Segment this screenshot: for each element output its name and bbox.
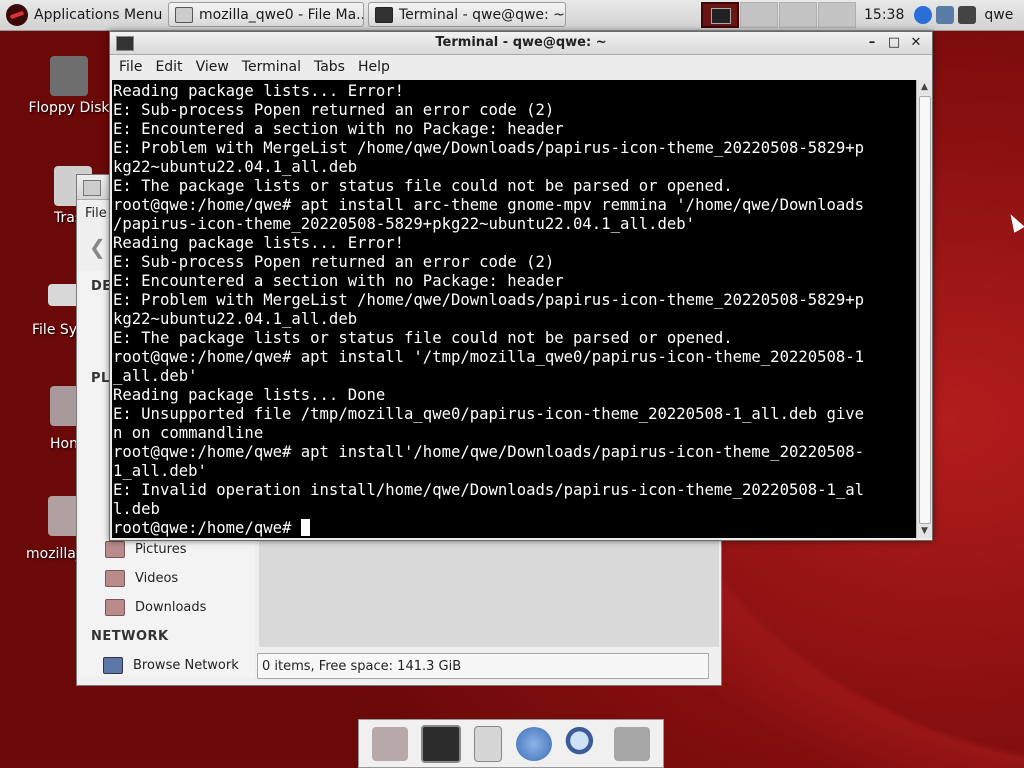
workspace-2[interactable]	[740, 2, 778, 28]
terminal-line: Reading package lists... Error!	[113, 234, 405, 252]
videos-folder-icon	[105, 570, 125, 587]
network-icon	[103, 657, 123, 674]
web-browser-icon[interactable]	[515, 726, 552, 761]
menu-tabs[interactable]: Tabs	[305, 54, 349, 75]
terminal-line: E: The package lists or status file coul…	[113, 329, 733, 347]
applications-menu-button[interactable]: Applications Menu	[2, 2, 166, 28]
terminal-window-icon	[375, 6, 393, 23]
folder-icon[interactable]	[614, 726, 651, 761]
terminal-line: E: Invalid operation install/home/qwe/Do…	[113, 481, 865, 499]
workspace-3[interactable]	[779, 2, 817, 28]
sidebar-item-label: Pictures	[135, 542, 187, 557]
sidebar-header-places: PL	[91, 371, 110, 386]
taskbar-item-label: Terminal - qwe@qwe: ~	[399, 6, 565, 23]
file-manager-window-icon	[83, 180, 101, 196]
terminal-line: root@qwe:/home/qwe# apt install '/tmp/mo…	[113, 348, 865, 366]
terminal-titlebar[interactable]: Terminal - qwe@qwe: ~ – □ ✕	[110, 32, 932, 55]
sidebar-item-label: Browse Network	[133, 658, 239, 673]
terminal-line: kg22~ubuntu22.04.1_all.deb	[113, 158, 358, 176]
file-manager-menu-file[interactable]: File	[85, 206, 107, 221]
terminal-line: Reading package lists... Done	[113, 386, 386, 404]
network-status-icon[interactable]	[958, 6, 977, 24]
terminal-line: E: Problem with MergeList /home/qwe/Down…	[113, 139, 865, 157]
sidebar-item-label: Downloads	[135, 600, 207, 615]
top-panel: Applications Menu mozilla_qwe0 - File Ma…	[0, 0, 1024, 31]
menu-view[interactable]: View	[187, 54, 233, 75]
maximize-icon[interactable]: □	[884, 33, 904, 53]
user-menu[interactable]: qwe	[984, 7, 1013, 23]
terminal-line: E: Unsupported file /tmp/mozilla_qwe0/pa…	[113, 405, 865, 423]
desktop-icon-label: Floppy Disk	[28, 100, 110, 116]
scroll-down-arrow-icon[interactable]: ▼	[917, 524, 932, 538]
sidebar-item-downloads[interactable]: Downloads	[105, 599, 206, 616]
terminal-icon[interactable]	[420, 724, 461, 763]
terminal-scrollbar[interactable]: ▲ ▼	[916, 80, 932, 538]
file-manager-window-icon	[175, 6, 193, 23]
sidebar-item-browse-network[interactable]: Browse Network	[103, 657, 239, 674]
minimize-icon[interactable]: –	[862, 33, 882, 53]
taskbar-item-terminal[interactable]: Terminal - qwe@qwe: ~	[368, 2, 566, 27]
taskbar-item-file-manager[interactable]: mozilla_qwe0 - File Ma...	[168, 2, 364, 27]
terminal-prompt: root@qwe:/home/qwe#	[113, 519, 301, 537]
terminal-line: E: Encountered a section with no Package…	[113, 120, 564, 138]
window-title: Terminal - qwe@qwe: ~	[435, 35, 607, 50]
sidebar-item-pictures[interactable]: Pictures	[105, 541, 186, 558]
terminal-line: root@qwe:/home/qwe# apt install'/home/qw…	[113, 443, 865, 461]
terminal-line: root@qwe:/home/qwe# apt install arc-them…	[113, 196, 865, 214]
terminal-line: E: The package lists or status file coul…	[113, 177, 733, 195]
taskbar-item-label: mozilla_qwe0 - File Ma...	[199, 6, 364, 23]
terminal-window-icon	[116, 36, 134, 51]
text-cursor	[300, 519, 310, 536]
terminal-line: E: Encountered a section with no Package…	[113, 272, 564, 290]
terminal-prompt-line[interactable]: root@qwe:/home/qwe#	[113, 519, 916, 538]
menu-terminal[interactable]: Terminal	[233, 54, 305, 75]
sidebar-item-videos[interactable]: Videos	[105, 570, 178, 587]
terminal-line: E: Sub-process Popen returned an error c…	[113, 101, 555, 119]
close-icon[interactable]: ✕	[906, 33, 926, 53]
dock	[358, 719, 664, 768]
terminal-menubar: File Edit View Terminal Tabs Help	[110, 54, 932, 80]
applications-menu-label: Applications Menu	[34, 7, 163, 23]
search-icon[interactable]	[564, 726, 601, 761]
terminal-line: 1_all.deb'	[113, 462, 207, 480]
floppy-disk-icon	[50, 56, 88, 96]
terminal-line: Reading package lists... Error!	[113, 82, 405, 100]
sidebar-header-network: NETWORK	[91, 629, 169, 644]
terminal-line: kg22~ubuntu22.04.1_all.deb	[113, 310, 358, 328]
terminal-line: E: Sub-process Popen returned an error c…	[113, 253, 555, 271]
menu-help[interactable]: Help	[349, 54, 394, 75]
terminal-window: Terminal - qwe@qwe: ~ – □ ✕ File Edit View…	[109, 31, 933, 541]
desktop-icon-label: Hon	[50, 436, 78, 452]
desktop-icon-label: File Sy	[32, 322, 78, 338]
pictures-folder-icon	[105, 541, 125, 558]
scrollbar-thumb[interactable]	[919, 96, 931, 524]
file-manager-icon[interactable]	[474, 725, 503, 762]
workspace-1[interactable]	[701, 2, 739, 28]
terminal-line: _all.deb'	[113, 367, 198, 385]
downloads-folder-icon	[105, 599, 125, 616]
back-arrow-icon[interactable]: ❮	[89, 235, 111, 259]
menu-file[interactable]: File	[110, 54, 146, 75]
home-folder-icon[interactable]	[371, 726, 408, 761]
system-tray: 15:38 qwe	[700, 0, 1013, 30]
terminal-line: n on commandline	[113, 424, 264, 442]
desktop-icon-label: mozilla_	[26, 546, 83, 562]
terminal-output[interactable]: Reading package lists... Error! E: Sub-pr…	[112, 80, 916, 538]
terminal-line: l.deb	[113, 500, 160, 518]
sidebar-item-label: Videos	[135, 571, 179, 586]
scroll-up-arrow-icon[interactable]: ▲	[917, 80, 932, 94]
terminal-line: /papirus-icon-theme_20220508-5829+pkg22~…	[113, 215, 696, 233]
status-bar: 0 items, Free space: 141.3 GiB	[257, 653, 709, 679]
clock[interactable]: 15:38	[864, 7, 904, 23]
workspace-4[interactable]	[818, 2, 856, 28]
screenshot-icon[interactable]	[936, 6, 955, 24]
bluetooth-icon[interactable]	[914, 6, 933, 24]
menu-edit[interactable]: Edit	[146, 54, 186, 75]
terminal-line: E: Problem with MergeList /home/qwe/Down…	[113, 291, 865, 309]
desktop-icon-floppy-disk[interactable]: Floppy Disk	[24, 56, 114, 116]
distro-logo-icon	[6, 4, 28, 26]
